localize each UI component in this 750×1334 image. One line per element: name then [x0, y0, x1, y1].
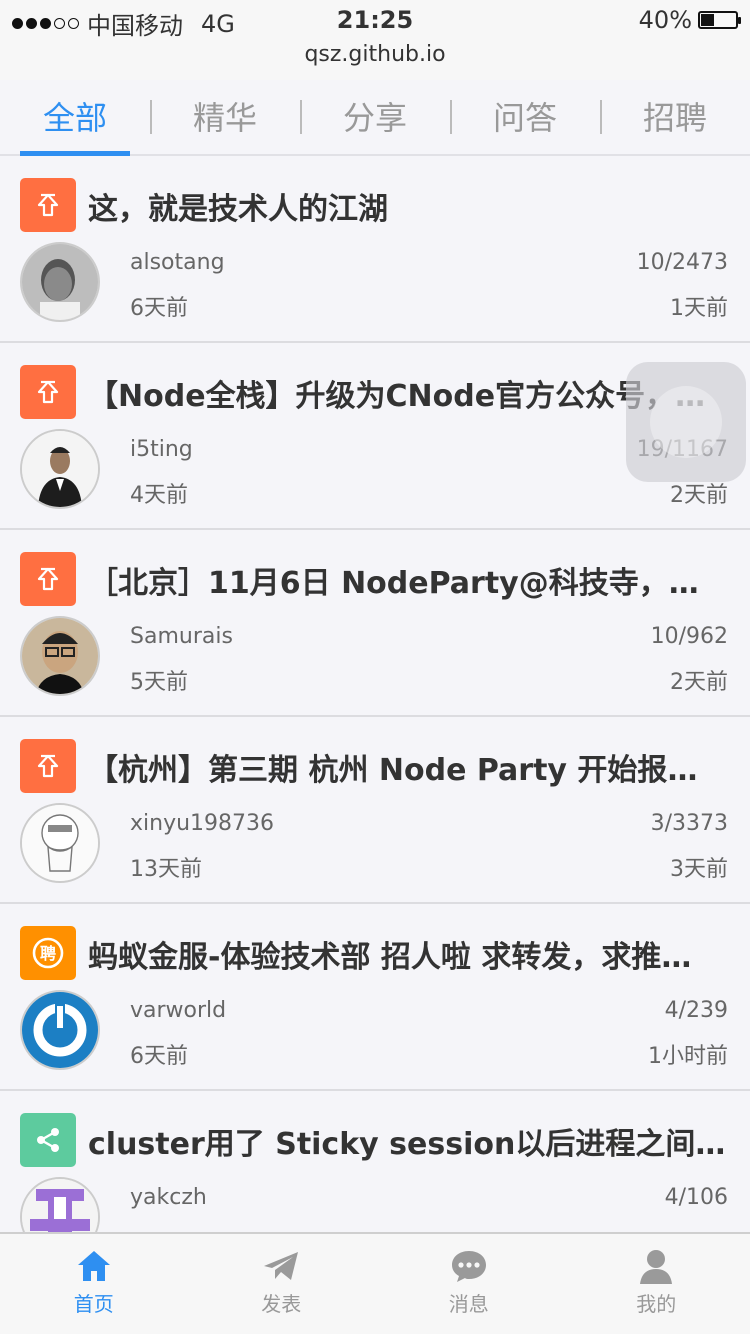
category-tabs: 全部 精华 分享 问答 招聘	[0, 80, 750, 156]
tab-share[interactable]: 分享	[300, 80, 450, 154]
last-reply-time: 1小时前	[648, 1044, 728, 1069]
battery-icon	[698, 11, 741, 29]
topic-list: 这，就是技术人的江湖 alsotang 6天前 10/2473 1天前 【Node全栈】升…	[0, 156, 750, 1232]
topic-title[interactable]: cluster用了 Sticky session以后进程之间…	[88, 1119, 726, 1163]
topic-created-time: 13天前	[130, 857, 202, 882]
topic-author[interactable]: varworld	[130, 998, 226, 1023]
reply-view-count: 10/2473	[636, 250, 728, 275]
avatar[interactable]	[20, 616, 100, 696]
pin-icon	[20, 178, 76, 232]
tab-good[interactable]: 精华	[150, 80, 300, 154]
topic-author[interactable]: alsotang	[130, 250, 225, 275]
topic-title[interactable]: 这，就是技术人的江湖	[88, 184, 726, 228]
bottom-tab-bar: 首页 发表 消息 我的	[0, 1232, 750, 1334]
avatar[interactable]	[20, 242, 100, 322]
reply-view-count: 10/962	[650, 624, 728, 649]
tabbar-me[interactable]: 我的	[563, 1234, 750, 1334]
topic-author[interactable]: yakczh	[130, 1185, 207, 1210]
topic-title[interactable]: 蚂蚁金服-体验技术部 招人啦 求转发，求推…	[88, 932, 726, 976]
topic-item[interactable]: 这，就是技术人的江湖 alsotang 6天前 10/2473 1天前	[0, 156, 750, 343]
tabbar-messages[interactable]: 消息	[375, 1234, 563, 1334]
tabbar-post[interactable]: 发表	[188, 1234, 376, 1334]
last-reply-time: 2天前	[670, 670, 728, 695]
topic-title[interactable]: ［北京］11月6日 NodeParty@科技寺，…	[88, 558, 726, 602]
home-icon	[0, 1248, 188, 1284]
user-icon	[563, 1248, 750, 1284]
reply-view-count: 4/106	[664, 1185, 728, 1210]
battery-percent: 40%	[638, 6, 692, 34]
pin-icon	[20, 365, 76, 419]
tabbar-label: 发表	[261, 1292, 302, 1316]
clock: 21:25	[336, 6, 414, 34]
send-icon	[188, 1248, 376, 1284]
topic-created-time: 6天前	[130, 1044, 188, 1069]
share-icon	[20, 1113, 76, 1167]
message-icon	[375, 1248, 563, 1284]
last-reply-time: 1天前	[670, 296, 728, 321]
topic-author[interactable]: Samurais	[130, 624, 233, 649]
avatar[interactable]	[20, 429, 100, 509]
tabbar-label: 我的	[636, 1292, 677, 1316]
avatar[interactable]	[20, 803, 100, 883]
tabbar-home[interactable]: 首页	[0, 1234, 188, 1334]
topic-item[interactable]: 【杭州】第三期 杭州 Node Party 开始报名… xinyu198736 13…	[0, 717, 750, 904]
topic-author[interactable]: i5ting	[130, 437, 193, 462]
topic-item[interactable]: 聘 蚂蚁金服-体验技术部 招人啦 求转发，求推… varworld 6天前 4/239 1…	[0, 904, 750, 1091]
last-reply-time: 3天前	[670, 857, 728, 882]
tab-ask[interactable]: 问答	[450, 80, 600, 154]
reply-view-count: 4/239	[664, 998, 728, 1023]
topic-author[interactable]: xinyu198736	[130, 811, 274, 836]
pin-icon	[20, 552, 76, 606]
avatar[interactable]	[20, 990, 100, 1070]
topic-title[interactable]: 【杭州】第三期 杭州 Node Party 开始报名…	[88, 745, 726, 789]
assistive-touch-button[interactable]	[626, 362, 746, 482]
pin-icon	[20, 739, 76, 793]
topic-created-time: 5天前	[130, 670, 188, 695]
topic-item[interactable]: cluster用了 Sticky session以后进程之间… yakczh 4/1…	[0, 1091, 750, 1232]
topic-created-time: 4天前	[130, 483, 188, 508]
status-bar: 中国移动 4G 21:25 40% qsz.github.io	[0, 0, 750, 81]
tabbar-label: 首页	[73, 1292, 114, 1316]
topic-created-time: 6天前	[130, 296, 188, 321]
reply-view-count: 3/3373	[650, 811, 728, 836]
svg-text:聘: 聘	[40, 944, 56, 963]
tab-job[interactable]: 招聘	[600, 80, 750, 154]
tabbar-label: 消息	[448, 1292, 489, 1316]
tab-all[interactable]: 全部	[0, 80, 150, 156]
avatar[interactable]	[20, 1177, 100, 1232]
job-icon: 聘	[20, 926, 76, 980]
topic-item[interactable]: ［北京］11月6日 NodeParty@科技寺，… Samurais 5天前 10/9…	[0, 530, 750, 717]
url-bar[interactable]: qsz.github.io	[0, 42, 750, 67]
